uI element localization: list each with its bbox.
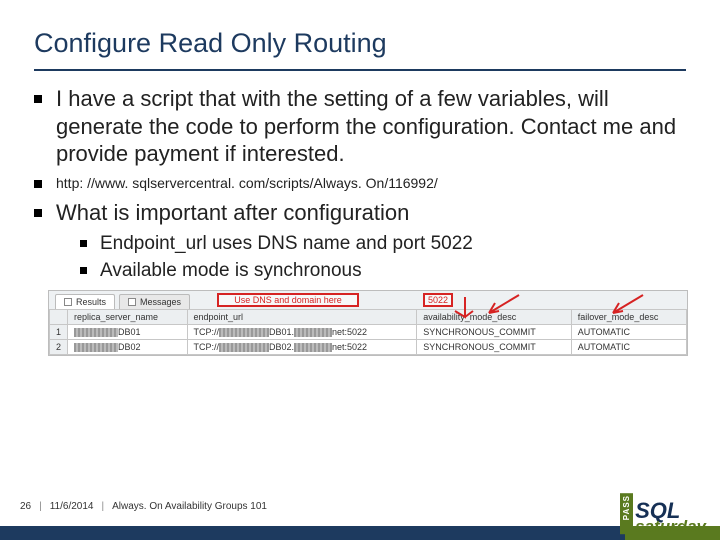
logo-pass-text: PASS — [620, 493, 633, 534]
cell-endpoint: TCP://DB01.net:5022 — [187, 324, 417, 339]
sub-bullet-mode: Available mode is synchronous — [80, 258, 686, 284]
bullet-main: I have a script that with the setting of… — [34, 85, 686, 168]
separator: | — [39, 501, 42, 512]
col-failover: failover_mode_desc — [571, 309, 686, 324]
bullet-list: I have a script that with the setting of… — [34, 85, 686, 284]
col-replica: replica_server_name — [68, 309, 187, 324]
grid-icon — [64, 298, 72, 306]
table-row: 1 DB01 TCP://DB01.net:5022 SYNCHRONOUS_C… — [50, 324, 687, 339]
tab-messages-label: Messages — [140, 297, 181, 307]
col-endpoint: endpoint_url — [187, 309, 417, 324]
tab-messages[interactable]: Messages — [119, 294, 190, 309]
results-tabs: Results Messages — [49, 291, 687, 309]
cell-failover: AUTOMATIC — [571, 339, 686, 354]
footer-meta: 26 | 11/6/2014 | Always. On Availability… — [20, 501, 267, 512]
cell-availmode: SYNCHRONOUS_COMMIT — [417, 339, 572, 354]
cell-endpoint: TCP://DB02.net:5022 — [187, 339, 417, 354]
footer-accent-bar — [0, 526, 720, 540]
rownum-cell: 1 — [50, 324, 68, 339]
message-icon — [128, 298, 136, 306]
cell-replica: DB01 — [68, 324, 187, 339]
results-grid: replica_server_name endpoint_url availab… — [49, 309, 687, 355]
cell-failover: AUTOMATIC — [571, 324, 686, 339]
separator: | — [101, 501, 104, 512]
slide-title: Configure Read Only Routing — [34, 28, 686, 71]
cell-availmode: SYNCHRONOUS_COMMIT — [417, 324, 572, 339]
pass-sql-saturday-logo: PASS SQL saturday — [620, 493, 706, 534]
rownum-cell: 2 — [50, 339, 68, 354]
grid-header-row: replica_server_name endpoint_url availab… — [50, 309, 687, 324]
page-number: 26 — [20, 501, 31, 512]
col-availmode: availability_mode_desc — [417, 309, 572, 324]
footer: 26 | 11/6/2014 | Always. On Availability… — [0, 490, 720, 540]
tab-results-label: Results — [76, 297, 106, 307]
bullet-url: http: //www. sqlservercentral. com/scrip… — [34, 174, 686, 194]
logo-saturday-text: saturday — [635, 519, 706, 534]
sub-bullet-endpoint: Endpoint_url uses DNS name and port 5022 — [80, 231, 686, 257]
rownum-header — [50, 309, 68, 324]
footer-date: 11/6/2014 — [50, 501, 94, 512]
slide: Configure Read Only Routing I have a scr… — [0, 0, 720, 356]
tab-results[interactable]: Results — [55, 294, 115, 309]
cell-replica: DB02 — [68, 339, 187, 354]
bullet-important-text: What is important after configuration — [56, 200, 409, 225]
footer-topic: Always. On Availability Groups 101 — [112, 501, 267, 512]
sub-bullet-list: Endpoint_url uses DNS name and port 5022… — [80, 231, 686, 284]
bullet-important: What is important after configuration En… — [34, 199, 686, 284]
table-row: 2 DB02 TCP://DB02.net:5022 SYNCHRONOUS_C… — [50, 339, 687, 354]
results-screenshot: Results Messages replica_server_name end… — [48, 290, 688, 356]
